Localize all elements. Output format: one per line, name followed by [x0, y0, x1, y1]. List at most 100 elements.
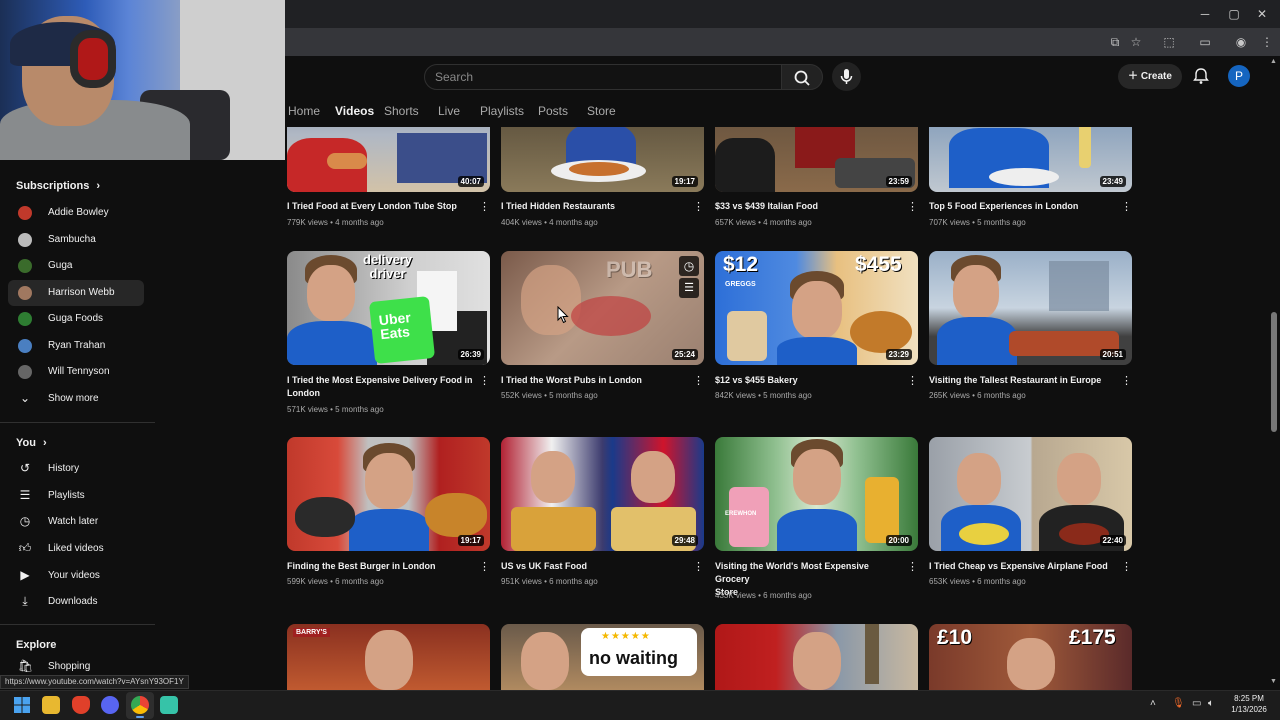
scrollbar-thumb[interactable]: [1271, 312, 1277, 432]
sidebar-item-downloads[interactable]: ⤓ Downloads: [8, 589, 144, 615]
video-menu-icon[interactable]: ⋮: [479, 374, 490, 387]
sidebar-item-guga[interactable]: Guga: [8, 253, 144, 279]
video-thumbnail[interactable]: 22:40: [929, 437, 1132, 551]
video-menu-icon[interactable]: ⋮: [907, 200, 918, 213]
chrome-icon[interactable]: [131, 696, 149, 714]
video-title[interactable]: $33 vs $439 Italian Food: [715, 200, 905, 213]
sidebar-item-sambucha[interactable]: Sambucha: [8, 227, 144, 253]
add-to-queue-icon[interactable]: ☰: [679, 278, 699, 298]
video-thumbnail[interactable]: 40:07: [287, 78, 490, 192]
volume-icon[interactable]: 🔈︎: [1208, 698, 1214, 709]
app-icon[interactable]: [160, 696, 178, 714]
sidebar-item-label: Sambucha: [48, 234, 96, 245]
show-more-button[interactable]: ⌄ Show more: [8, 386, 144, 412]
subscriptions-heading[interactable]: Subscriptions ›: [16, 180, 100, 192]
tab-store[interactable]: Store: [587, 104, 616, 118]
video-thumbnail[interactable]: [715, 624, 918, 690]
extensions-icon[interactable]: ⬚: [1160, 34, 1178, 50]
video-thumbnail[interactable]: 29:48: [501, 437, 704, 551]
browser-menu-icon[interactable]: ⋮: [1258, 34, 1276, 50]
sidebar-item-your-videos[interactable]: ▶ Your videos: [8, 563, 144, 589]
you-heading[interactable]: You ›: [16, 437, 47, 449]
maximize-button[interactable]: ▢: [1219, 4, 1249, 24]
tray-overflow-icon[interactable]: ˄: [1150, 698, 1156, 709]
video-menu-icon[interactable]: ⋮: [907, 560, 918, 573]
sidebar-item-will-tennyson[interactable]: Will Tennyson: [8, 359, 144, 385]
video-thumbnail[interactable]: delivery driver Uber Eats 26:39: [287, 251, 490, 365]
video-title[interactable]: Top 5 Food Experiences in London: [929, 200, 1119, 213]
watch-later-clock-icon[interactable]: ◷: [679, 256, 699, 276]
video-title[interactable]: US vs UK Fast Food: [501, 560, 691, 573]
sidebar-item-playlists[interactable]: ☰ Playlists: [8, 483, 144, 509]
video-title[interactable]: I Tried Food at Every London Tube Stop: [287, 200, 477, 213]
video-title[interactable]: I Tried Hidden Restaurants: [501, 200, 691, 213]
tab-live[interactable]: Live: [438, 104, 460, 118]
search-button[interactable]: [781, 64, 823, 90]
sidebar-item-liked-videos[interactable]: 👍︎ Liked videos: [8, 536, 144, 562]
video-title[interactable]: $12 vs $455 Bakery: [715, 374, 905, 387]
video-title[interactable]: I Tried the Most Expensive Delivery Food…: [287, 374, 477, 400]
sidebar-item-history[interactable]: ↺ History: [8, 456, 144, 482]
windows-start-icon[interactable]: [13, 696, 31, 714]
video-menu-icon[interactable]: ⋮: [479, 200, 490, 213]
install-app-icon[interactable]: ⧉: [1106, 34, 1124, 50]
thumb-food: [959, 523, 1009, 545]
video-menu-icon[interactable]: ⋮: [1121, 200, 1132, 213]
video-thumbnail[interactable]: 20:51: [929, 251, 1132, 365]
profile-icon[interactable]: ◉: [1232, 34, 1250, 50]
taskbar-clock[interactable]: 8:25 PM 1/13/2026: [1224, 693, 1274, 715]
network-icon[interactable]: ▭: [1192, 698, 1201, 709]
search-input[interactable]: Search: [424, 64, 782, 90]
sidebar-item-guga-foods[interactable]: Guga Foods: [8, 306, 144, 332]
scroll-down-arrow-icon[interactable]: ▼: [1270, 678, 1277, 685]
sidebar-item-watch-later[interactable]: ◷ Watch later: [8, 509, 144, 535]
video-thumbnail[interactable]: 19:17: [501, 78, 704, 192]
account-avatar[interactable]: P: [1228, 65, 1250, 87]
create-label: Create: [1140, 71, 1172, 82]
thumb-burger: [425, 493, 487, 537]
voice-search-button[interactable]: [832, 62, 861, 91]
video-thumbnail[interactable]: 19:17: [287, 437, 490, 551]
split-view-icon[interactable]: ▭: [1196, 34, 1214, 50]
video-thumbnail[interactable]: PUB ◷ ☰ 25:24: [501, 251, 704, 365]
video-thumbnail[interactable]: 23:59: [715, 78, 918, 192]
video-thumbnail[interactable]: 23:49: [929, 78, 1132, 192]
video-thumbnail[interactable]: BARRY'S: [287, 624, 490, 690]
sidebar-item-harrison-webb[interactable]: Harrison Webb: [8, 280, 144, 306]
video-menu-icon[interactable]: ⋮: [479, 560, 490, 573]
file-explorer-icon[interactable]: [42, 696, 60, 714]
tab-videos[interactable]: Videos: [335, 104, 374, 118]
video-menu-icon[interactable]: ⋮: [693, 200, 704, 213]
video-title[interactable]: Visiting the Tallest Restaurant in Europ…: [929, 374, 1119, 387]
close-button[interactable]: ✕: [1247, 4, 1277, 24]
sidebar-item-addie-bowley[interactable]: Addie Bowley: [8, 200, 144, 226]
notifications-bell-icon[interactable]: [1192, 67, 1210, 85]
tab-playlists[interactable]: Playlists: [480, 104, 524, 118]
brave-browser-icon[interactable]: [72, 696, 90, 714]
discord-icon[interactable]: [101, 696, 119, 714]
video-menu-icon[interactable]: ⋮: [1121, 374, 1132, 387]
video-thumbnail[interactable]: EREWHON 20:00: [715, 437, 918, 551]
tab-shorts[interactable]: Shorts: [384, 104, 419, 118]
minimize-button[interactable]: ─: [1190, 4, 1220, 24]
create-button[interactable]: ＋ Create: [1118, 64, 1182, 89]
scroll-up-arrow-icon[interactable]: ▲: [1270, 58, 1277, 65]
video-menu-icon[interactable]: ⋮: [907, 374, 918, 387]
video-thumbnail[interactable]: £10 £175: [929, 624, 1132, 690]
video-title[interactable]: Finding the Best Burger in London: [287, 560, 477, 573]
video-menu-icon[interactable]: ⋮: [1121, 560, 1132, 573]
video-menu-icon[interactable]: ⋮: [693, 374, 704, 387]
video-title[interactable]: I Tried the Worst Pubs in London: [501, 374, 691, 387]
video-title[interactable]: I Tried Cheap vs Expensive Airplane Food: [929, 560, 1119, 573]
video-thumbnail[interactable]: ★★★★★ no waiting: [501, 624, 704, 690]
tab-home[interactable]: Home: [288, 104, 320, 118]
chevron-right-icon: ›: [43, 437, 47, 449]
video-menu-icon[interactable]: ⋮: [693, 560, 704, 573]
sidebar-item-ryan-trahan[interactable]: Ryan Trahan: [8, 333, 144, 359]
video-thumbnail[interactable]: $12 $455 GREGGS 23:29: [715, 251, 918, 365]
status-bar-url: https://www.youtube.com/watch?v=AYsnY93O…: [0, 675, 189, 689]
microphone-tray-icon[interactable]: 🎙︎: [1172, 698, 1185, 709]
bookmark-star-icon[interactable]: ☆: [1127, 34, 1145, 50]
plus-icon: ＋: [1128, 71, 1141, 82]
tab-posts[interactable]: Posts: [538, 104, 568, 118]
